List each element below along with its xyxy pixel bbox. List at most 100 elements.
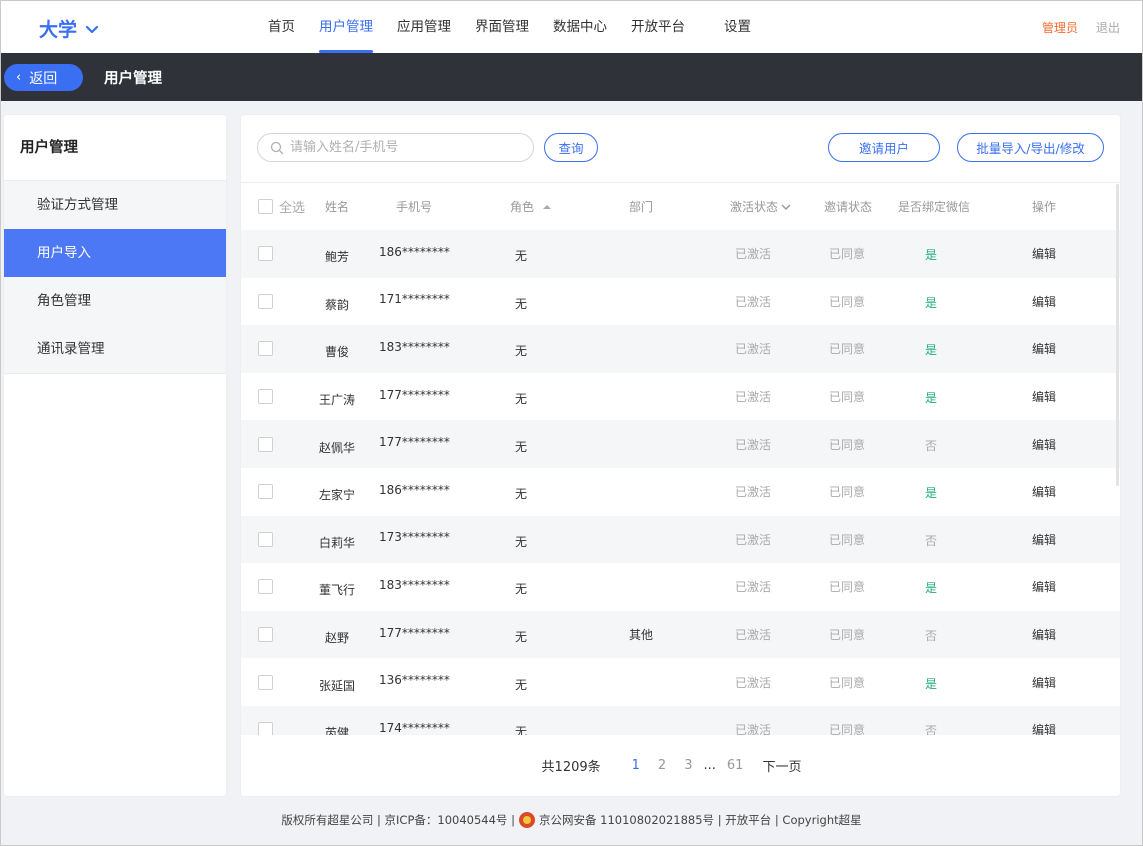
nav-item[interactable]: 开放平台 <box>619 1 697 53</box>
edit-link[interactable]: 编辑 <box>1026 611 1062 659</box>
row-select[interactable] <box>258 325 273 373</box>
row-checkbox[interactable] <box>258 674 273 690</box>
cell-role: 无 <box>514 296 527 311</box>
row-select[interactable] <box>258 611 273 659</box>
cell-dept: 其他 <box>628 628 653 643</box>
cell-activation: 已激活 <box>734 247 771 262</box>
row-select[interactable] <box>258 468 273 516</box>
edit-link[interactable]: 编辑 <box>1026 230 1062 278</box>
total-count: 共1209条 <box>541 759 601 775</box>
sub-header: ‹ 返回 用户管理 <box>1 53 1142 101</box>
edit-link[interactable]: 编辑 <box>1026 706 1062 735</box>
edit-link[interactable]: 编辑 <box>1026 468 1062 516</box>
cell-dept <box>621 563 661 611</box>
sidebar-item[interactable]: 通讯录管理 <box>4 325 226 373</box>
admin-link[interactable]: 管理员 <box>1042 19 1078 36</box>
nav-item[interactable]: 应用管理 <box>385 1 463 53</box>
page-number[interactable]: 3 <box>684 758 692 773</box>
page-number[interactable]: 2 <box>658 758 666 773</box>
nav-item[interactable]: 用户管理 <box>307 1 385 53</box>
row-select[interactable] <box>258 278 273 326</box>
row-checkbox[interactable] <box>258 484 273 500</box>
query-button[interactable]: 查询 <box>544 133 598 162</box>
row-select[interactable] <box>258 706 273 735</box>
brand-switcher[interactable]: 大学 <box>39 15 99 42</box>
header-activation-label: 激活状态 <box>730 200 779 214</box>
row-select[interactable] <box>258 658 273 706</box>
page-number[interactable]: 1 <box>632 758 640 773</box>
select-all-checkbox[interactable] <box>258 199 273 214</box>
cell-role: 无 <box>514 534 527 549</box>
search-box[interactable] <box>257 133 534 162</box>
cell-wechat: 否 <box>924 438 937 453</box>
nav-item[interactable]: 首页 <box>256 1 307 53</box>
cell-role: 无 <box>514 249 527 264</box>
cell-role: 无 <box>514 439 527 454</box>
cell-phone: 183******** <box>379 577 450 592</box>
edit-link[interactable]: 编辑 <box>1026 516 1062 564</box>
table-body: 鲍芳 186******** 无已激活 已同意是编辑 蔡韵 171******** 无已激活… <box>241 230 1120 735</box>
next-page-button[interactable]: 下一页 <box>762 756 801 775</box>
cell-role: 无 <box>514 487 527 502</box>
nav-item[interactable]: 数据中心 <box>541 1 619 53</box>
row-checkbox[interactable] <box>258 722 273 735</box>
main-panel: 查询 邀请用户 批量导入/导出/修改 全选 姓名 手机号 角色 部门 激活状态 … <box>241 115 1120 796</box>
cell-name: 王广涛 <box>318 393 355 408</box>
batch-import-button[interactable]: 批量导入/导出/修改 <box>957 133 1104 162</box>
select-all[interactable]: 全选 <box>258 183 305 230</box>
search-input[interactable] <box>290 140 510 155</box>
logout-link[interactable]: 退出 <box>1096 19 1120 36</box>
row-checkbox[interactable] <box>258 389 273 405</box>
table-row: 赵野 177******** 无 其他 已激活 已同意 否 编辑 <box>241 610 1120 659</box>
row-checkbox[interactable] <box>258 627 273 643</box>
edit-link[interactable]: 编辑 <box>1026 420 1062 468</box>
table-scrollbar[interactable] <box>1116 184 1119 486</box>
edit-link[interactable]: 编辑 <box>1026 278 1062 326</box>
chevron-down-icon <box>781 204 791 210</box>
page-last[interactable]: 61 <box>727 758 744 773</box>
sidebar-item[interactable]: 角色管理 <box>4 277 226 325</box>
row-checkbox[interactable] <box>258 341 273 357</box>
cell-name: 白莉华 <box>318 535 355 550</box>
nav-item[interactable]: 设置 <box>712 1 763 53</box>
cell-invite: 已同意 <box>828 723 865 735</box>
cell-activation: 已激活 <box>734 294 771 309</box>
row-select[interactable] <box>258 230 273 278</box>
row-select[interactable] <box>258 563 273 611</box>
row-checkbox[interactable] <box>258 293 273 309</box>
search-icon <box>270 141 284 154</box>
cell-dept <box>621 278 661 326</box>
edit-link[interactable]: 编辑 <box>1026 373 1062 421</box>
footer: 版权所有超星公司 | 京ICP备：10040544号 | 京公网安备 11010… <box>0 812 1143 828</box>
cell-wechat: 是 <box>924 581 937 596</box>
table-row: 赵佩华 177******** 无 已激活 已同意 否 编辑 <box>241 420 1120 468</box>
invite-user-button[interactable]: 邀请用户 <box>828 133 940 162</box>
chevron-down-icon <box>85 25 99 33</box>
cell-activation: 已激活 <box>734 532 771 547</box>
header-phone: 手机号 <box>396 200 433 214</box>
row-checkbox[interactable] <box>258 531 273 547</box>
sidebar-item[interactable]: 验证方式管理 <box>4 181 226 229</box>
nav-item[interactable]: 界面管理 <box>463 1 541 53</box>
cell-activation: 已激活 <box>734 342 771 357</box>
row-checkbox[interactable] <box>258 246 273 262</box>
edit-link[interactable]: 编辑 <box>1026 563 1062 611</box>
header-role[interactable]: 角色 <box>510 183 554 230</box>
cell-phone: 171******** <box>379 292 450 307</box>
cell-phone: 177******** <box>379 435 450 450</box>
header-activation[interactable]: 激活状态 <box>730 183 792 230</box>
row-select[interactable] <box>258 420 273 468</box>
edit-link[interactable]: 编辑 <box>1026 325 1062 373</box>
edit-link[interactable]: 编辑 <box>1026 658 1062 706</box>
table-row: 鲍芳 186******** 无 已激活 已同意 是 编辑 <box>241 230 1120 278</box>
table-row: 董飞行 183******** 无 已激活 已同意 是 编辑 <box>241 563 1120 611</box>
row-checkbox[interactable] <box>258 436 273 452</box>
row-select[interactable] <box>258 516 273 564</box>
user-area: 管理员 退出 <box>1042 19 1120 36</box>
cell-wechat: 是 <box>924 486 937 501</box>
cell-dept <box>621 468 661 516</box>
sidebar-item[interactable]: 用户导入 <box>4 229 226 277</box>
row-select[interactable] <box>258 373 273 421</box>
back-button[interactable]: ‹ 返回 <box>4 64 83 91</box>
row-checkbox[interactable] <box>258 579 273 595</box>
